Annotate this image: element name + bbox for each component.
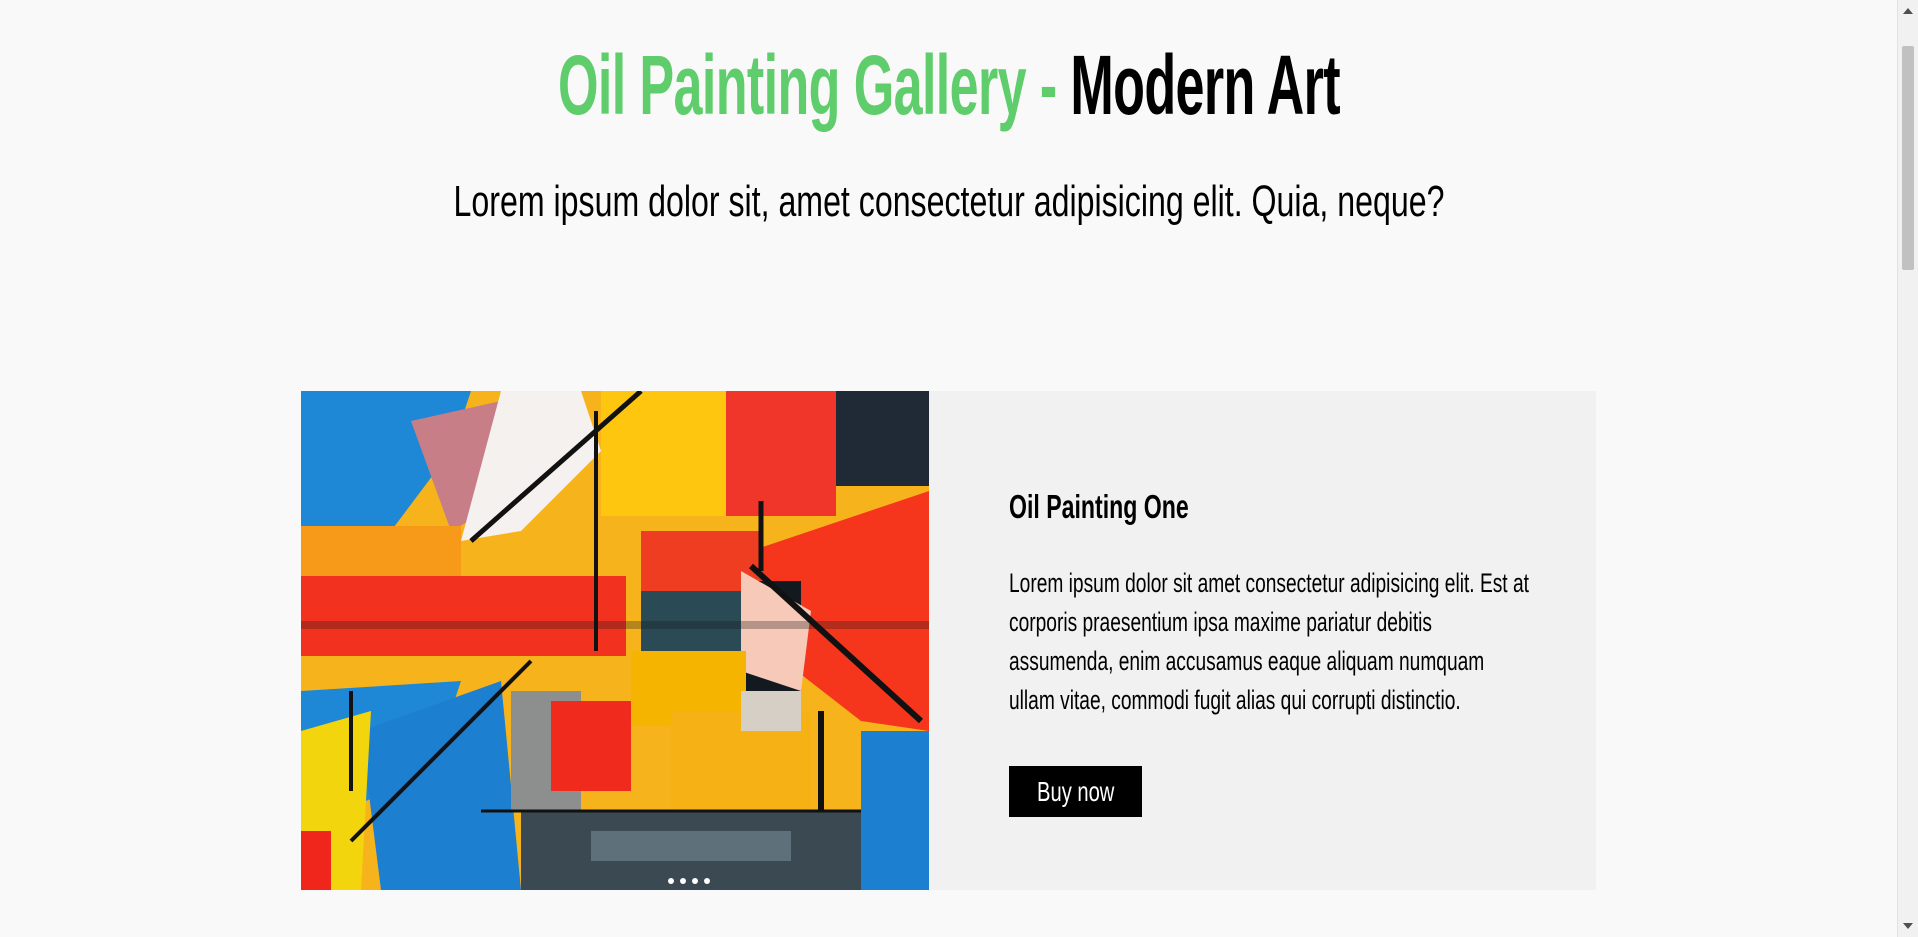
scrollbar-thumb[interactable] [1902,46,1914,270]
card-title: Oil Painting One [1009,488,1189,525]
buy-now-label: Buy now [1036,775,1115,807]
card-description: Lorem ipsum dolor sit amet consectetur a… [1009,568,1529,715]
page-subtitle: Lorem ipsum dolor sit, amet consectetur … [453,177,1445,226]
page-title-main: Modern Art [1070,38,1341,132]
product-card: Oil Painting One Lorem ipsum dolor sit a… [301,391,1596,890]
vertical-scrollbar[interactable] [1897,0,1918,937]
buy-now-button[interactable]: Buy now [1009,766,1142,817]
scroll-down-arrow-icon[interactable] [1903,923,1913,929]
page-title-accent: Oil Painting Gallery - [557,38,1071,132]
abstract-painting-icon [301,391,929,890]
painting-image [301,391,929,890]
page-title: Oil Painting Gallery - Modern Art [361,35,1538,135]
scroll-up-arrow-icon[interactable] [1903,8,1913,14]
page: Oil Painting Gallery - Modern Art Lorem … [0,0,1898,937]
